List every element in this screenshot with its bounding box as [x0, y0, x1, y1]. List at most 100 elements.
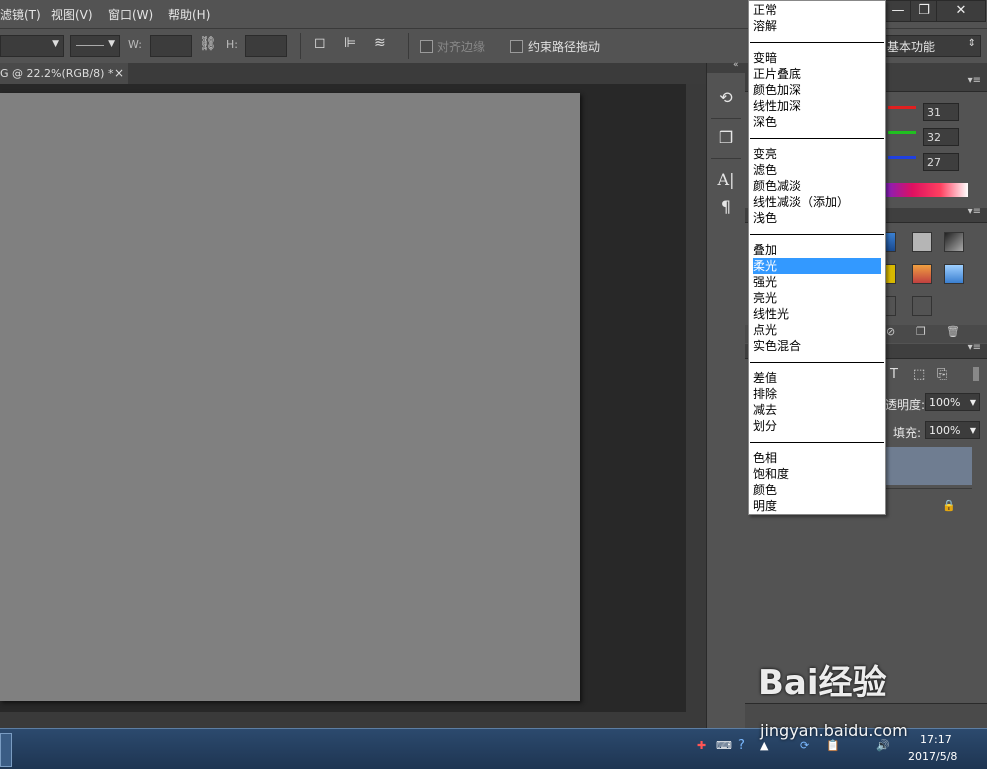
blend-mode-option[interactable]: 颜色: [753, 482, 881, 498]
workspace-select[interactable]: 基本功能 ⇕: [884, 35, 981, 57]
updown-icon: ⇕: [967, 38, 976, 49]
swatch[interactable]: [944, 232, 964, 252]
character-icon[interactable]: A|: [716, 170, 736, 190]
red-slider[interactable]: [888, 106, 916, 109]
blend-mode-option[interactable]: 划分: [753, 418, 881, 434]
blend-mode-option[interactable]: 饱和度: [753, 466, 881, 482]
chevron-down-icon: ▼: [108, 39, 115, 49]
blend-mode-option[interactable]: 点光: [753, 322, 881, 338]
blend-mode-option[interactable]: 浅色: [753, 210, 881, 226]
path-arrangement-icon[interactable]: ≋: [374, 35, 386, 51]
minimize-button[interactable]: —: [884, 0, 912, 22]
link-icon[interactable]: ⛓: [199, 36, 217, 52]
green-value-input[interactable]: 32: [923, 128, 959, 146]
blend-mode-option[interactable]: 明度: [753, 498, 881, 514]
filter-toggle[interactable]: [973, 367, 979, 381]
height-label: H:: [226, 38, 238, 51]
menu-filter[interactable]: 滤镜(T): [0, 6, 41, 23]
strip-header: «: [707, 60, 745, 73]
type-filter-icon[interactable]: T: [890, 367, 898, 382]
shape-filter-icon[interactable]: ⬚: [913, 367, 925, 382]
opacity-input[interactable]: 100% ▼: [925, 393, 980, 411]
collapse-icon[interactable]: «: [733, 60, 739, 70]
blend-mode-option[interactable]: 线性光: [753, 306, 881, 322]
blue-value-input[interactable]: 27: [923, 153, 959, 171]
swatch[interactable]: [944, 264, 964, 284]
blend-mode-option[interactable]: 排除: [753, 386, 881, 402]
blend-mode-option[interactable]: 变暗: [753, 50, 881, 66]
divider: [408, 33, 409, 59]
clock-date[interactable]: 2017/5/8: [908, 750, 957, 763]
smart-object-filter-icon[interactable]: ⎘: [937, 367, 947, 382]
green-slider[interactable]: [888, 131, 916, 134]
blend-mode-option[interactable]: 颜色加深: [753, 82, 881, 98]
keyboard-icon[interactable]: ⌨: [716, 739, 732, 752]
close-window-button[interactable]: ✕: [936, 0, 986, 22]
blend-mode-option[interactable]: 实色混合: [753, 338, 881, 354]
blend-mode-option[interactable]: 变亮: [753, 146, 881, 162]
document-tab[interactable]: G @ 22.2%(RGB/8) * ×: [0, 63, 128, 84]
menu-help[interactable]: 帮助(H): [168, 6, 210, 23]
fill-input[interactable]: 100% ▼: [925, 421, 980, 439]
help-icon[interactable]: ?: [738, 738, 745, 753]
blend-mode-option[interactable]: 正常: [753, 2, 881, 18]
shape-mode-select[interactable]: ▼: [0, 35, 64, 57]
blend-mode-option[interactable]: 差值: [753, 370, 881, 386]
swatch[interactable]: [912, 264, 932, 284]
path-alignment-icon[interactable]: ⊫: [344, 35, 356, 51]
tray-app-icon[interactable]: ✚: [697, 739, 706, 752]
blend-mode-option[interactable]: 线性加深: [753, 98, 881, 114]
width-label: W:: [128, 38, 142, 51]
divider: [711, 158, 741, 159]
color-spectrum-bar[interactable]: [885, 183, 968, 197]
height-input[interactable]: [245, 35, 287, 57]
paragraph-icon[interactable]: ¶: [716, 197, 736, 217]
chevron-down-icon: ▼: [969, 426, 976, 435]
blend-mode-option[interactable]: 线性减淡（添加）: [753, 194, 881, 210]
blend-mode-dropdown[interactable]: 正常 溶解变暗 正片叠底 颜色加深 线性加深 深色变亮 滤色 颜色减淡 线性减淡（添加） 浅色叠加…: [748, 0, 886, 515]
stroke-type-select[interactable]: ▼: [70, 35, 120, 57]
panel-icon-strip: « ⟲ ❒ A| ¶: [706, 60, 746, 728]
menu-view[interactable]: 视图(V): [51, 6, 93, 23]
trash-icon[interactable]: 🗑: [946, 325, 960, 338]
no-icon[interactable]: ⊘: [886, 325, 895, 338]
blend-mode-option[interactable]: 滤色: [753, 162, 881, 178]
document-canvas[interactable]: [0, 93, 580, 701]
red-value-input[interactable]: 31: [923, 103, 959, 121]
restore-button[interactable]: ❐: [910, 0, 938, 22]
panel-menu-icon[interactable]: ▾≡: [968, 75, 981, 86]
panel-menu-icon[interactable]: ▾≡: [968, 342, 981, 353]
watermark-brand: Bai经验: [758, 663, 887, 703]
path-operations-icon[interactable]: ◻: [314, 35, 326, 51]
watermark-url: jingyan.baidu.com: [760, 721, 908, 740]
close-tab-button[interactable]: ×: [114, 63, 124, 84]
blend-mode-option[interactable]: 叠加: [753, 242, 881, 258]
menu-window[interactable]: 窗口(W): [108, 6, 153, 23]
horizontal-scrollbar[interactable]: [0, 712, 706, 728]
opacity-label: 透明度:: [885, 398, 926, 412]
document-tab-title: G @ 22.2%(RGB/8) *: [0, 67, 114, 80]
swatch[interactable]: [912, 232, 932, 252]
blend-mode-option[interactable]: 柔光: [753, 258, 881, 274]
blend-mode-option[interactable]: 正片叠底: [753, 66, 881, 82]
width-input[interactable]: [150, 35, 192, 57]
blend-mode-option[interactable]: 强光: [753, 274, 881, 290]
blend-mode-option[interactable]: 深色: [753, 114, 881, 130]
taskbar-button[interactable]: [0, 733, 12, 767]
blend-mode-option[interactable]: 溶解: [753, 18, 881, 34]
panel-menu-icon[interactable]: ▾≡: [968, 206, 981, 217]
align-edges-checkbox[interactable]: [420, 40, 433, 53]
blend-mode-option[interactable]: 减去: [753, 402, 881, 418]
blue-slider[interactable]: [888, 156, 916, 159]
blend-mode-option[interactable]: 色相: [753, 450, 881, 466]
blend-mode-option[interactable]: 亮光: [753, 290, 881, 306]
3d-icon[interactable]: ❒: [716, 128, 736, 148]
history-icon[interactable]: ⟲: [716, 88, 736, 108]
new-swatch-icon[interactable]: ❐: [916, 325, 926, 338]
vertical-scrollbar[interactable]: [686, 84, 706, 712]
baidu-watermark: Bai经验 jingyan.baidu.com: [758, 655, 986, 745]
blend-mode-option[interactable]: 颜色减淡: [753, 178, 881, 194]
constrain-path-checkbox[interactable]: [510, 40, 523, 53]
menu-separator: [750, 138, 884, 139]
swatch[interactable]: [912, 296, 932, 316]
